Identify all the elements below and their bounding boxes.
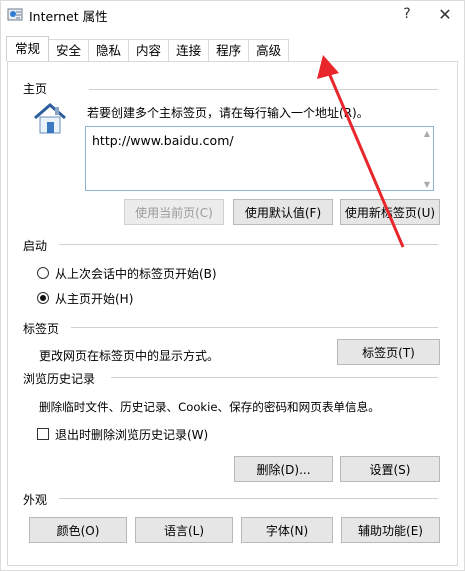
scroll-up-arrow-icon[interactable]: ▲ <box>424 129 430 138</box>
languages-button[interactable]: 语言(L) <box>135 517 233 543</box>
tab-security[interactable]: 安全 <box>48 39 90 61</box>
tab-advanced[interactable]: 高级 <box>248 39 290 61</box>
startup-divider <box>59 244 438 245</box>
home-divider <box>89 89 438 90</box>
appearance-divider <box>59 498 438 499</box>
delete-history-button[interactable]: 删除(D)... <box>234 456 333 482</box>
help-button[interactable]: ? <box>389 1 425 27</box>
radio-last-session-label[interactable]: 从上次会话中的标签页开始(B) <box>55 265 217 282</box>
close-button[interactable]: ✕ <box>427 1 463 27</box>
internet-options-icon <box>7 8 23 21</box>
tabs-button[interactable]: 标签页(T) <box>337 339 440 365</box>
colors-button[interactable]: 颜色(O) <box>29 517 127 543</box>
tabs-divider <box>71 327 438 328</box>
radio-last-session[interactable] <box>37 267 49 279</box>
accessibility-button[interactable]: 辅助功能(E) <box>341 517 440 543</box>
tabs-description: 更改网页在标签页中的显示方式。 <box>39 349 220 363</box>
history-description: 删除临时文件、历史记录、Cookie、保存的密码和网页表单信息。 <box>39 400 380 414</box>
home-url-value: http://www.baidu.com/ <box>92 133 234 148</box>
history-divider <box>111 377 438 378</box>
home-page-icon <box>34 103 66 134</box>
title-bar: Internet 属性 ? ✕ <box>1 1 464 27</box>
home-instruction: 若要创建多个主标签页，请在每行输入一个地址(R)。 <box>87 106 369 120</box>
scroll-down-arrow-icon[interactable]: ▼ <box>424 180 430 189</box>
history-settings-button[interactable]: 设置(S) <box>340 456 440 482</box>
use-current-button[interactable]: 使用当前页(C) <box>124 199 224 225</box>
home-section-label: 主页 <box>23 82 48 96</box>
internet-options-dialog: Internet 属性 ? ✕ 常规 安全 隐私 内容 连接 程序 高级 主页 … <box>0 0 465 571</box>
tab-connections[interactable]: 连接 <box>168 39 210 61</box>
delete-history-on-exit-checkbox[interactable] <box>37 428 49 440</box>
delete-history-on-exit-label[interactable]: 退出时删除浏览历史记录(W) <box>55 426 208 443</box>
tab-content[interactable]: 内容 <box>128 39 170 61</box>
tabs-section-label: 标签页 <box>23 322 60 336</box>
use-default-button[interactable]: 使用默认值(F) <box>233 199 333 225</box>
startup-section-label: 启动 <box>23 239 48 253</box>
radio-home-page-label[interactable]: 从主页开始(H) <box>55 290 133 307</box>
use-new-tab-button[interactable]: 使用新标签页(U) <box>340 199 440 225</box>
history-section-label: 浏览历史记录 <box>23 372 96 386</box>
radio-home-page[interactable] <box>37 292 49 304</box>
tab-privacy[interactable]: 隐私 <box>88 39 130 61</box>
appearance-section-label: 外观 <box>23 493 48 507</box>
tab-general[interactable]: 常规 <box>6 36 50 61</box>
window-title: Internet 属性 <box>29 9 108 24</box>
home-url-textarea[interactable]: http://www.baidu.com/ ▲ ▼ <box>85 126 434 191</box>
fonts-button[interactable]: 字体(N) <box>241 517 333 543</box>
tab-strip: 常规 安全 隐私 内容 连接 程序 高级 <box>6 36 290 61</box>
tab-programs[interactable]: 程序 <box>208 39 250 61</box>
